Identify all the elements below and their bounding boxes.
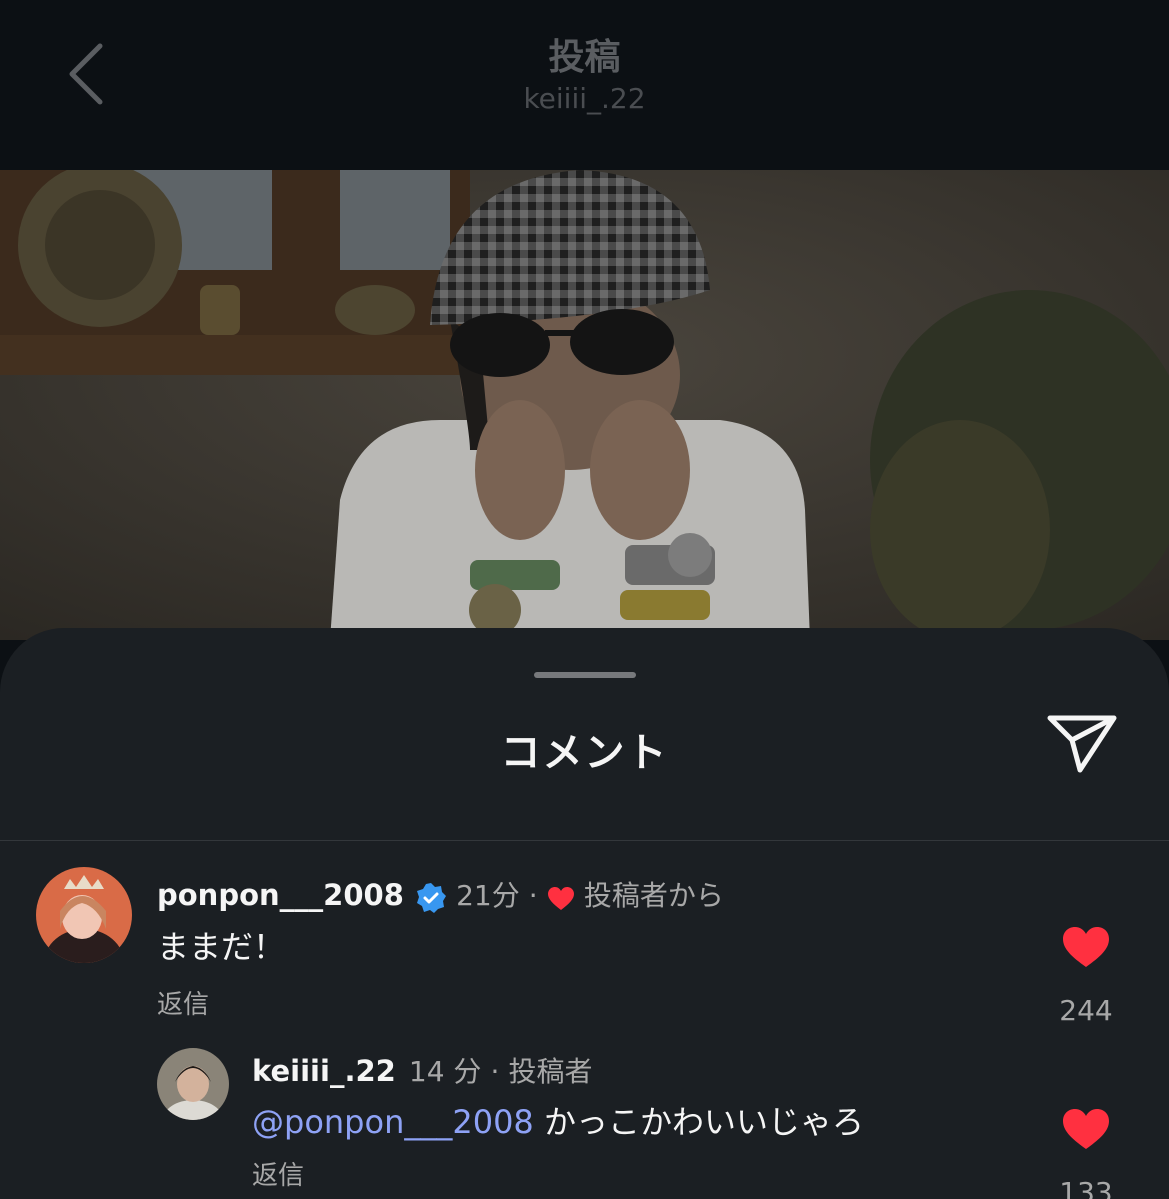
mention-link[interactable]: @ponpon___2008 <box>252 1103 534 1141</box>
comment-time: 14 分 <box>408 1055 482 1088</box>
avatar-image <box>157 1048 229 1120</box>
like-count: 133 <box>1059 1176 1113 1199</box>
separator-dot: · <box>490 1055 500 1088</box>
comment-username[interactable]: ponpon___2008 <box>157 878 404 912</box>
drag-handle[interactable] <box>534 672 636 678</box>
heart-icon <box>547 886 574 910</box>
author-label: 投稿者 <box>508 1055 593 1088</box>
share-button[interactable] <box>1044 712 1120 778</box>
like-heart-icon[interactable] <box>1061 925 1111 969</box>
top-header: 投稿 keiiii_.22 <box>0 0 1169 170</box>
comment-username[interactable]: keiiii_.22 <box>252 1054 396 1088</box>
reply-button[interactable]: 返信 <box>252 1155 304 1192</box>
comment-body: かっこかわいいじゃろ <box>533 1103 864 1141</box>
reply-button[interactable]: 返信 <box>157 984 209 1021</box>
like-count: 244 <box>1059 994 1113 1027</box>
avatar[interactable] <box>36 867 132 963</box>
comments-title: コメント <box>500 730 669 776</box>
page-subtitle-username: keiiii_.22 <box>523 82 646 115</box>
like-heart-icon[interactable] <box>1061 1107 1111 1151</box>
avatar-image <box>36 867 132 963</box>
separator-dot: · <box>528 879 538 912</box>
post-photo[interactable] <box>0 170 1169 640</box>
comment-text: ままだ！ <box>157 928 286 966</box>
comments-sheet: コメント ponpon___2008 21分 · 投稿者から ままだ！ 返信 2… <box>0 628 1169 1199</box>
page-title: 投稿 <box>548 37 621 78</box>
divider <box>0 840 1169 841</box>
comment-header: ponpon___2008 21分 · 投稿者から <box>157 874 724 920</box>
liked-by-author-label: 投稿者から <box>583 879 724 912</box>
comment-header: keiiii_.22 14 分 · 投稿者 <box>252 1050 593 1090</box>
comment-time: 21分 <box>456 879 520 912</box>
avatar[interactable] <box>157 1048 229 1120</box>
post-photo-image <box>0 170 1169 640</box>
verified-badge-icon <box>416 882 446 913</box>
send-icon <box>1047 715 1117 773</box>
comment-text: @ponpon___2008 かっこかわいいじゃろ <box>252 1097 864 1143</box>
